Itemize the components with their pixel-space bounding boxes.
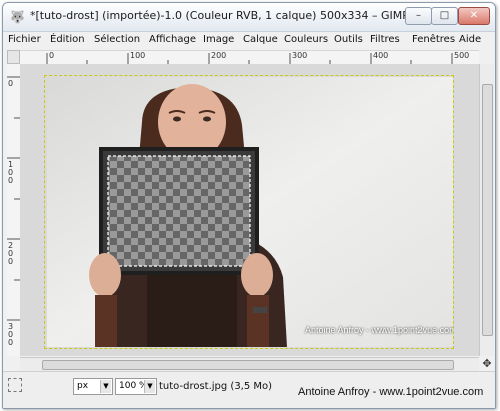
quick-mask-icon[interactable] bbox=[8, 378, 22, 392]
vertical-scrollbar[interactable] bbox=[479, 64, 494, 356]
menu-couleurs[interactable]: Couleurs bbox=[284, 34, 328, 45]
unit-value: px bbox=[77, 381, 89, 391]
ruler-v-label: 0 bbox=[8, 79, 14, 88]
ruler-corner-button[interactable] bbox=[7, 50, 20, 64]
ruler-v-label: 200 bbox=[8, 241, 14, 266]
menu-affichage[interactable]: Affichage bbox=[149, 34, 196, 45]
title-bar[interactable]: 🐺 *[tuto-drost] (importée)-1.0 (Couleur … bbox=[3, 3, 495, 32]
ruler-h-label: 400 bbox=[373, 51, 389, 60]
menu-bar: Fichier Édition Sélection Affichage Imag… bbox=[3, 32, 495, 49]
menu-outils[interactable]: Outils bbox=[334, 34, 363, 45]
menu-filtres[interactable]: Filtres bbox=[370, 34, 400, 45]
ruler-h-label: 500 bbox=[454, 51, 470, 60]
photo-drawing bbox=[47, 77, 453, 347]
gimp-icon: 🐺 bbox=[10, 10, 25, 24]
menu-image[interactable]: Image bbox=[203, 34, 234, 45]
horizontal-scroll-thumb[interactable] bbox=[42, 360, 454, 370]
maximize-button[interactable]: □ bbox=[431, 7, 458, 25]
ruler-h-label: 0 bbox=[49, 51, 55, 60]
photo-watermark: Antoine Anfroy - www.1point2vue.com bbox=[305, 325, 453, 335]
menu-fenetres[interactable]: Fenêtres bbox=[412, 34, 455, 45]
horizontal-ruler[interactable]: 0 100 200 300 400 500 bbox=[20, 50, 479, 65]
photo-image[interactable]: Antoine Anfroy - www.1point2vue.com bbox=[47, 77, 453, 347]
ruler-h-label: 300 bbox=[292, 51, 308, 60]
navigate-icon[interactable]: ✥ bbox=[481, 358, 493, 370]
ruler-h-label: 100 bbox=[130, 51, 146, 60]
page-watermark: Antoine Anfroy - www.1point2vue.com bbox=[298, 386, 484, 398]
chevron-down-icon[interactable]: ▼ bbox=[144, 380, 155, 393]
menu-aide[interactable]: Aide bbox=[459, 34, 481, 45]
unit-select[interactable]: px ▼ bbox=[73, 378, 113, 395]
file-info: tuto-drost.jpg (3,5 Mo) bbox=[159, 381, 273, 392]
vertical-ruler[interactable]: 0 100 200 300 bbox=[7, 64, 21, 356]
gimp-window: 🐺 *[tuto-drost] (importée)-1.0 (Couleur … bbox=[2, 2, 496, 409]
ruler-h-label: 200 bbox=[211, 51, 227, 60]
menu-selection[interactable]: Sélection bbox=[94, 34, 140, 45]
ruler-v-label: 100 bbox=[8, 160, 14, 185]
horizontal-scrollbar[interactable] bbox=[20, 357, 479, 371]
menu-edition[interactable]: Édition bbox=[50, 34, 85, 45]
close-button[interactable]: ✕ bbox=[458, 7, 490, 25]
window-title: *[tuto-drost] (importée)-1.0 (Couleur RV… bbox=[30, 9, 409, 22]
minimize-button[interactable]: – bbox=[405, 7, 432, 25]
menu-calque[interactable]: Calque bbox=[243, 34, 278, 45]
vertical-scroll-thumb[interactable] bbox=[482, 84, 493, 336]
image-canvas[interactable]: Antoine Anfroy - www.1point2vue.com bbox=[20, 64, 479, 356]
menu-fichier[interactable]: Fichier bbox=[8, 34, 41, 45]
zoom-select[interactable]: 100 % ▼ bbox=[115, 378, 157, 395]
vertical-ruler-ticks bbox=[7, 76, 20, 321]
ruler-v-label: 300 bbox=[8, 322, 14, 347]
chevron-down-icon[interactable]: ▼ bbox=[100, 380, 111, 393]
